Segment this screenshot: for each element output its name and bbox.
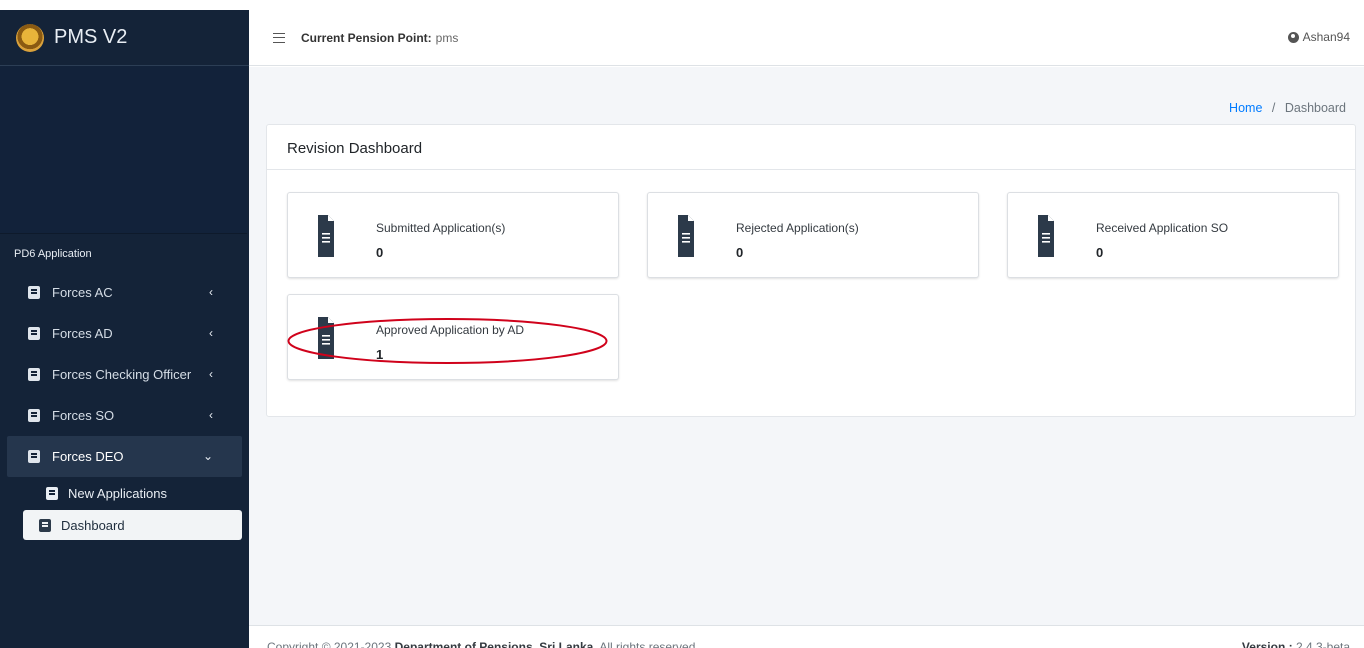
breadcrumb: Home / Dashboard <box>1229 101 1346 115</box>
copyright: Copyright © 2021-2023 Department of Pens… <box>267 640 699 648</box>
stat-label: Rejected Application(s) <box>736 221 859 235</box>
brand[interactable]: PMS V2 <box>0 10 249 66</box>
sidebar-item-forces-so[interactable]: Forces SO ‹ <box>0 395 249 436</box>
user-name: Ashan94 <box>1302 30 1350 44</box>
version: Version : 2.4.3-beta <box>1242 640 1350 648</box>
sidebar-item-label: Forces SO <box>52 408 115 423</box>
stat-box-received-so[interactable]: Received Application SO 0 <box>1007 192 1339 278</box>
breadcrumb-separator: / <box>1271 101 1276 115</box>
sidebar-item-forces-ac[interactable]: Forces AC ‹ <box>0 272 249 313</box>
version-value: 2.4.3-beta <box>1295 640 1350 648</box>
sidebar-subitem-dashboard[interactable]: Dashboard <box>23 510 242 540</box>
stat-box-submitted[interactable]: Submitted Application(s) 0 <box>287 192 619 278</box>
brand-title: PMS V2 <box>54 26 128 48</box>
chevron-left-icon: ‹ <box>209 285 213 299</box>
chevron-down-icon: ⌄ <box>202 449 213 463</box>
user-menu[interactable]: Ashan94 <box>1287 30 1350 44</box>
sidebar-item-label: Forces DEO <box>52 449 124 464</box>
contact-card-icon <box>28 327 40 340</box>
sidebar-subitem-label: New Applications <box>68 486 167 501</box>
stat-count: 1 <box>376 347 384 362</box>
pension-point-value: pms <box>435 30 459 45</box>
revision-dashboard-card: Revision Dashboard Submitted Application… <box>266 124 1356 417</box>
user-circle-icon <box>1287 31 1299 43</box>
contact-card-icon <box>28 450 40 463</box>
document-icon <box>318 215 334 257</box>
sidebar-subitem-new-applications[interactable]: New Applications <box>0 477 249 510</box>
sidebar-item-forces-deo[interactable]: Forces DEO ⌄ <box>7 436 242 477</box>
chevron-left-icon: ‹ <box>209 367 213 381</box>
contact-card-icon <box>46 487 58 500</box>
stat-box-rejected[interactable]: Rejected Application(s) 0 <box>647 192 979 278</box>
stat-box-approved-by-ad[interactable]: Approved Application by AD 1 <box>287 294 619 380</box>
sidebar-item-label: Forces AC <box>52 285 113 300</box>
document-icon <box>678 215 694 257</box>
sidebar-item-label: Forces AD <box>52 326 113 341</box>
card-title: Revision Dashboard <box>267 125 1355 170</box>
stat-count: 0 <box>376 245 384 260</box>
chevron-left-icon: ‹ <box>209 326 213 340</box>
user-panel <box>0 66 247 234</box>
organization-name: Department of Pensions, Sri Lanka. <box>394 640 597 648</box>
top-header: Current Pension Point: pms Ashan94 <box>249 10 1364 66</box>
breadcrumb-current: Dashboard <box>1284 101 1346 115</box>
stat-label: Received Application SO <box>1096 221 1229 235</box>
chevron-left-icon: ‹ <box>209 408 213 422</box>
sidebar-item-forces-checking-officer[interactable]: Forces Checking Officer ‹ <box>0 354 249 395</box>
stat-count: 0 <box>736 245 744 260</box>
rights-text: All rights reserved. <box>599 640 699 648</box>
stat-label: Approved Application by AD <box>376 323 525 337</box>
contact-card-icon <box>39 518 51 532</box>
sidebar-subitem-label: Dashboard <box>61 517 125 533</box>
contact-card-icon <box>28 286 40 299</box>
menu-toggle-icon[interactable] <box>273 32 285 43</box>
footer: Copyright © 2021-2023 Department of Pens… <box>249 625 1364 648</box>
pension-point-label: Current Pension Point: <box>301 30 432 45</box>
sidebar-item-label: Forces Checking Officer <box>52 367 192 382</box>
stat-label: Submitted Application(s) <box>376 221 506 235</box>
contact-card-icon <box>28 368 40 381</box>
breadcrumb-home-link[interactable]: Home <box>1229 101 1262 115</box>
stat-count: 0 <box>1096 245 1104 260</box>
document-icon <box>1038 215 1054 257</box>
version-label: Version : <box>1241 640 1293 648</box>
sidebar: PMS V2 PD6 Application Forces AC ‹ Force… <box>0 10 249 648</box>
nav-section-header: PD6 Application <box>14 248 92 260</box>
sidebar-item-forces-ad[interactable]: Forces AD ‹ <box>0 313 249 354</box>
content-wrapper: Home / Dashboard Revision Dashboard Subm… <box>249 67 1364 625</box>
contact-card-icon <box>28 409 40 422</box>
copyright-prefix: Copyright © 2021-2023 <box>267 640 392 648</box>
document-icon <box>318 317 334 359</box>
emblem-logo <box>16 23 44 52</box>
